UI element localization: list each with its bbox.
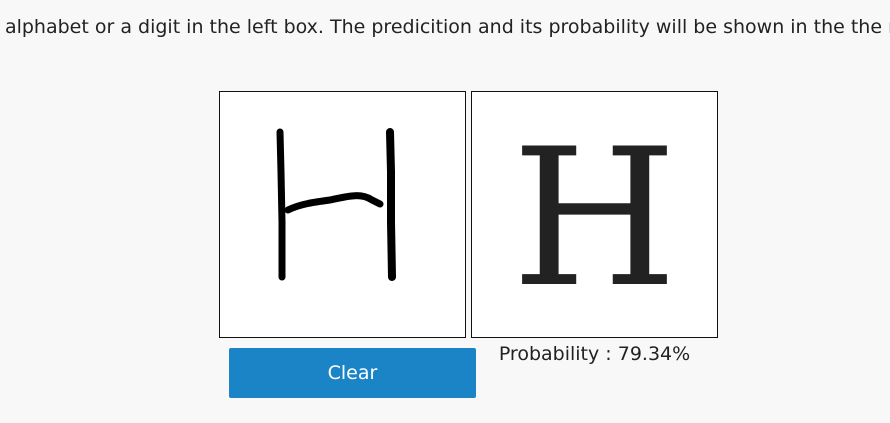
probability-label: Probability : 79.34% — [498, 343, 691, 365]
clear-button[interactable]: Clear — [229, 348, 476, 398]
drawing-canvas[interactable] — [219, 91, 466, 338]
instructions-text: aw an alphabet or a digit in the left bo… — [0, 16, 890, 38]
stroke-crossbar — [284, 192, 384, 214]
prediction-box: H — [471, 91, 718, 338]
handwritten-strokes — [276, 128, 396, 281]
stroke-left-vertical — [276, 128, 286, 281]
predicted-character: H — [511, 107, 678, 329]
stroke-right-vertical — [386, 128, 396, 281]
page: aw an alphabet or a digit in the left bo… — [0, 0, 890, 423]
